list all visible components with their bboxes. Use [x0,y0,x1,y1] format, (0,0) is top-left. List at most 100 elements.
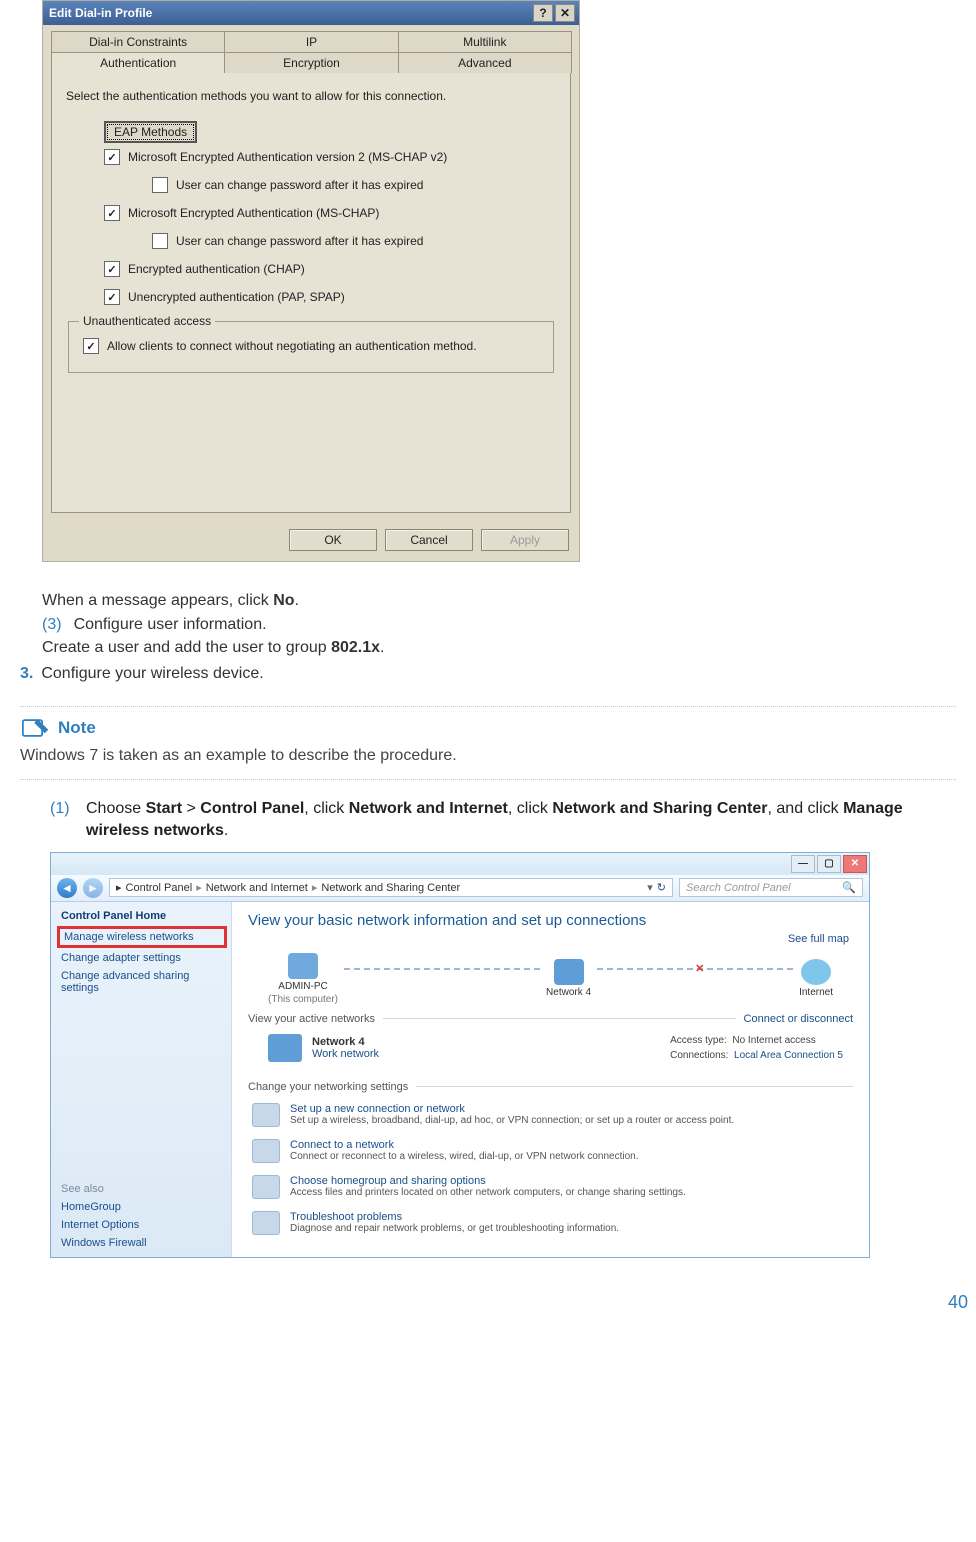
item-connect-network[interactable]: Connect to a networkConnect or reconnect… [248,1133,853,1169]
step-num: (1) [50,798,86,841]
connect-icon [252,1139,280,1163]
sidebar-home[interactable]: Control Panel Home [61,910,223,922]
network-type-link[interactable]: Work network [312,1048,379,1060]
check-label: Unencrypted authentication (PAP, SPAP) [128,290,345,304]
highlight-manage-wireless: Manage wireless networks [57,926,227,948]
check-mschap-changepw[interactable]: ✓ User can change password after it has … [62,227,560,255]
instr-click-no: When a message appears, click No. [42,590,956,612]
item-new-connection[interactable]: Set up a new connection or networkSet up… [248,1097,853,1133]
note-heading: Note [22,717,956,739]
tab-ip[interactable]: IP [224,31,398,52]
sidebar-windows-firewall[interactable]: Windows Firewall [61,1237,223,1249]
change-settings-heading: Change your networking settings [248,1081,853,1093]
check-label: User can change password after it has ex… [176,178,423,192]
sidebar-advanced-sharing[interactable]: Change advanced sharing settings [61,970,223,994]
page-number: 40 [0,1278,976,1319]
sidebar-manage-wireless[interactable]: Manage wireless networks [64,931,220,943]
sidebar-adapter[interactable]: Change adapter settings [61,952,223,964]
ok-button[interactable]: OK [289,529,377,551]
fieldset-unauth: Unauthenticated access ✓ Allow clients t… [68,321,554,373]
checkbox-icon[interactable]: ✓ [104,261,120,277]
forward-icon[interactable]: ► [83,878,103,898]
back-icon[interactable]: ◄ [57,878,77,898]
maximize-icon[interactable]: ▢ [817,855,841,873]
check-label: Allow clients to connect without negotia… [107,339,477,353]
connect-disconnect-link[interactable]: Connect or disconnect [744,1013,853,1025]
check-mschapv2[interactable]: ✓ Microsoft Encrypted Authentication ver… [62,143,560,171]
homegroup-icon [252,1175,280,1199]
active-networks-heading: View your active networks Connect or dis… [248,1013,853,1025]
tab-dialin-constraints[interactable]: Dial-in Constraints [51,31,225,52]
step-1: (1) Choose Start > Control Panel, click … [50,798,956,841]
edit-dialin-dialog: Edit Dial-in Profile ? ✕ Dial-in Constra… [42,0,580,562]
note-block: Note Windows 7 is taken as an example to… [20,706,956,780]
check-label: Encrypted authentication (CHAP) [128,262,305,276]
node-this-pc: ADMIN-PC (This computer) [268,953,338,1005]
dialog-title: Edit Dial-in Profile [49,6,152,20]
note-text: Windows 7 is taken as an example to desc… [20,747,956,765]
check-label: User can change password after it has ex… [176,234,423,248]
check-chap[interactable]: ✓ Encrypted authentication (CHAP) [62,255,560,283]
dialog-tabs: Dial-in Constraints IP Multilink Authent… [43,25,579,73]
refresh-icon[interactable]: ↻ [657,881,666,894]
checkbox-icon[interactable]: ✓ [104,149,120,165]
main-panel: View your basic network information and … [232,902,869,1257]
cancel-button[interactable]: Cancel [385,529,473,551]
sidebar-internet-options[interactable]: Internet Options [61,1219,223,1231]
close-icon[interactable]: ✕ [555,4,575,22]
help-icon[interactable]: ? [533,4,553,22]
fieldset-legend: Unauthenticated access [79,314,215,328]
troubleshoot-icon [252,1211,280,1235]
breadcrumb[interactable]: ▸ Control Panel▸ Network and Internet▸ N… [109,878,673,897]
checkbox-icon[interactable]: ✓ [152,177,168,193]
globe-icon [801,959,831,985]
eap-methods-button[interactable]: EAP Methods [104,121,197,143]
node-internet: Internet [799,959,833,998]
checkbox-icon[interactable]: ✓ [104,289,120,305]
tab-advanced[interactable]: Advanced [398,52,572,73]
sidebar-seealso: See also [61,1183,223,1195]
check-allow-unauth[interactable]: ✓ Allow clients to connect without negot… [77,332,545,360]
dialog-titlebar: Edit Dial-in Profile ? ✕ [43,1,579,25]
disconnected-x-icon: ✕ [695,962,704,975]
checkbox-icon[interactable]: ✓ [104,205,120,221]
dialog-lead-text: Select the authentication methods you wa… [62,83,560,121]
close-icon[interactable]: ✕ [843,855,867,873]
sidebar-homegroup[interactable]: HomeGroup [61,1201,223,1213]
search-icon: 🔍 [842,881,856,894]
tab-encryption[interactable]: Encryption [224,52,398,73]
window-controls: — ▢ ✕ [51,853,869,875]
settings-list: Set up a new connection or networkSet up… [248,1097,853,1241]
network-icon [554,959,584,985]
minimize-icon[interactable]: — [791,855,815,873]
sidebar: Control Panel Home Manage wireless netwo… [51,902,232,1257]
search-input[interactable]: Search Control Panel 🔍 [679,878,863,897]
step-text: Choose Start > Control Panel, click Netw… [86,798,956,841]
connection-link[interactable]: Local Area Connection 5 [734,1050,843,1061]
see-full-map-link[interactable]: See full map [248,933,849,945]
check-pap-spap[interactable]: ✓ Unencrypted authentication (PAP, SPAP) [62,283,560,311]
network-sharing-center-window: — ▢ ✕ ◄ ► ▸ Control Panel▸ Network and I… [50,852,870,1258]
wizard-icon [252,1103,280,1127]
instr-create-user: Create a user and add the user to group … [42,637,956,659]
node-network: Network 4 [546,959,591,998]
check-mschap[interactable]: ✓ Microsoft Encrypted Authentication (MS… [62,199,560,227]
main-heading: View your basic network information and … [248,912,853,929]
tab-authentication[interactable]: Authentication [51,52,225,73]
apply-button[interactable]: Apply [481,529,569,551]
checkbox-icon[interactable]: ✓ [83,338,99,354]
tab-multilink[interactable]: Multilink [398,31,572,52]
item-troubleshoot[interactable]: Troubleshoot problemsDiagnose and repair… [248,1205,853,1241]
note-pencil-icon [22,717,50,739]
instr-p3: (3)Configure user information. [42,614,956,636]
checkbox-icon[interactable]: ✓ [152,233,168,249]
dialog-body: Select the authentication methods you wa… [51,73,571,513]
step-3: 3.Configure your wireless device. [20,663,956,685]
network-map: ADMIN-PC (This computer) Network 4 ✕ Int… [268,953,833,1005]
check-label: Microsoft Encrypted Authentication (MS-C… [128,206,379,220]
computer-icon [288,953,318,979]
check-mschapv2-changepw[interactable]: ✓ User can change password after it has … [62,171,560,199]
note-label: Note [58,718,96,738]
address-bar: ◄ ► ▸ Control Panel▸ Network and Interne… [51,875,869,902]
item-homegroup[interactable]: Choose homegroup and sharing optionsAcce… [248,1169,853,1205]
